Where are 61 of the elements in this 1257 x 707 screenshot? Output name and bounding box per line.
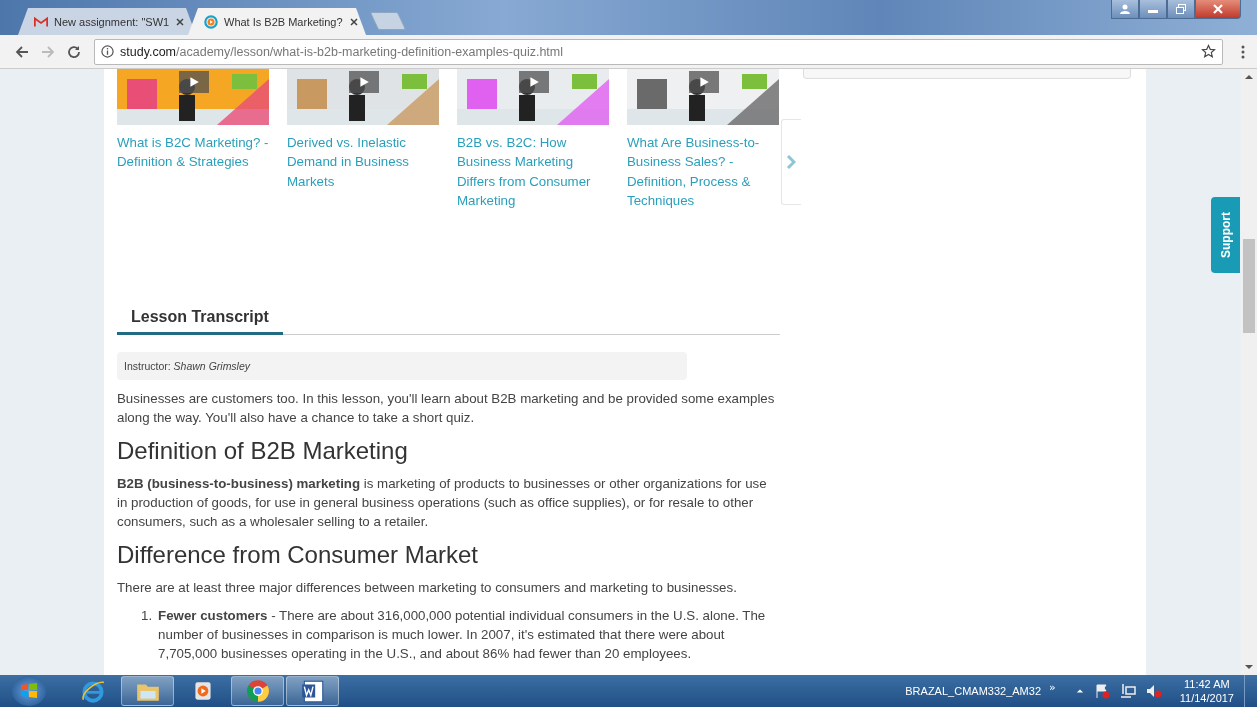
scrollbar-thumb[interactable] — [1243, 239, 1255, 333]
chevron-right-icon — [786, 154, 796, 170]
play-circle-icon — [204, 14, 218, 29]
url-text: study.com/academy/lesson/what-is-b2b-marketing-definition-examples-quiz.html — [120, 44, 564, 59]
paragraph: There are at least three major differences between marketing to consumers and marketing to businesses. — [117, 579, 738, 598]
section-heading: Definition of B2B Marketing — [117, 437, 409, 466]
paragraph: B2B (business-to-business) marketing is marketing of products to businesses or other organizations for use in production of goods, for use in general business operations (such as office supplies), or for resale to other consumers, such as a wholesaler selling to a retailer. — [117, 475, 768, 532]
support-tab[interactable]: Support — [1211, 197, 1240, 273]
section-heading: Difference from Consumer Market — [117, 541, 479, 570]
scroll-down-icon[interactable] — [1245, 664, 1253, 670]
toolbar-label: BRAZAL_CMAM332_AM32 — [905, 685, 1041, 697]
info-icon — [101, 45, 114, 58]
close-icon — [1212, 4, 1224, 14]
show-hidden-icons[interactable] — [1075, 687, 1084, 695]
mail-icon — [34, 14, 48, 29]
video-link[interactable]: What is B2C Marketing? - Definition & Strategies — [117, 133, 269, 172]
menu-icon[interactable] — [1241, 43, 1245, 60]
list-item-text: Fewer customers - There are about 316,000,000 potential individual consumers in the U.S. alone. The number of businesses in comparison is much lower. In 2007, it's estimated that there were about 7,705,000 businesses operating in the U.S., and about 86% had fewer than 20 employees. — [158, 607, 767, 664]
globe-e-icon — [79, 678, 106, 704]
chrome-icon — [244, 678, 271, 704]
clock-time: 11:42 AM — [1184, 677, 1230, 691]
close-icon[interactable] — [348, 16, 359, 27]
taskbar-app[interactable] — [286, 676, 339, 706]
bookmark-star-icon[interactable] — [1201, 44, 1216, 59]
clock[interactable]: 11:42 AM 11/14/2017 — [1179, 677, 1234, 705]
tab-title: New assignment: "SW1 — [54, 15, 170, 28]
scroll-up-icon[interactable] — [1245, 74, 1253, 80]
video-link[interactable]: B2B vs. B2C: How Business Marketing Differs from Consumer Marketing — [457, 133, 609, 211]
word-document-icon — [299, 678, 326, 704]
paragraph: Businesses are customers too. In this lesson, you'll learn about B2B marketing and be provided some examples along the way. You'll also have a chance to take a short quiz. — [117, 390, 776, 428]
user-icon — [1119, 4, 1131, 14]
taskbar-app[interactable] — [231, 676, 284, 706]
close-icon[interactable] — [175, 16, 186, 27]
reload-icon[interactable] — [66, 43, 82, 60]
play-icon[interactable] — [179, 71, 209, 93]
play-icon[interactable] — [519, 71, 549, 93]
play-icon[interactable] — [689, 71, 719, 93]
overflow-chevron[interactable]: » — [1049, 680, 1056, 694]
taskbar-app[interactable] — [121, 676, 174, 706]
minimize-button[interactable] — [1139, 0, 1167, 19]
clock-date: 11/14/2017 — [1179, 691, 1234, 705]
flag-icon[interactable] — [1093, 683, 1110, 699]
close-button[interactable] — [1195, 0, 1241, 19]
play-icon[interactable] — [349, 71, 379, 93]
video-link[interactable]: Derived vs. Inelastic Demand in Business Markets — [287, 133, 439, 191]
start-button[interactable] — [12, 676, 46, 706]
transcript-tab[interactable]: Lesson Transcript — [117, 308, 283, 336]
restore-icon — [1175, 4, 1187, 14]
back-icon[interactable] — [14, 43, 30, 60]
browser-tab[interactable]: What Is B2B Marketing? — [188, 8, 366, 35]
instructor-text: Instructor: Shawn Grimsley — [124, 360, 251, 373]
speaker-muted-icon[interactable] — [1145, 683, 1162, 699]
network-icon[interactable] — [1119, 683, 1136, 699]
user-button[interactable] — [1111, 0, 1139, 19]
tab-title: What Is B2B Marketing? — [224, 15, 343, 28]
address-bar[interactable]: study.com/academy/lesson/what-is-b2b-marketing-definition-examples-quiz.html — [94, 38, 1223, 65]
scrollbar[interactable] — [1241, 69, 1257, 675]
restore-button[interactable] — [1167, 0, 1195, 19]
video-link[interactable]: What Are Business-to-Business Sales? - Definition, Process & Techniques — [627, 133, 779, 211]
list-number: 1. — [141, 607, 153, 626]
windows-logo — [19, 681, 39, 701]
